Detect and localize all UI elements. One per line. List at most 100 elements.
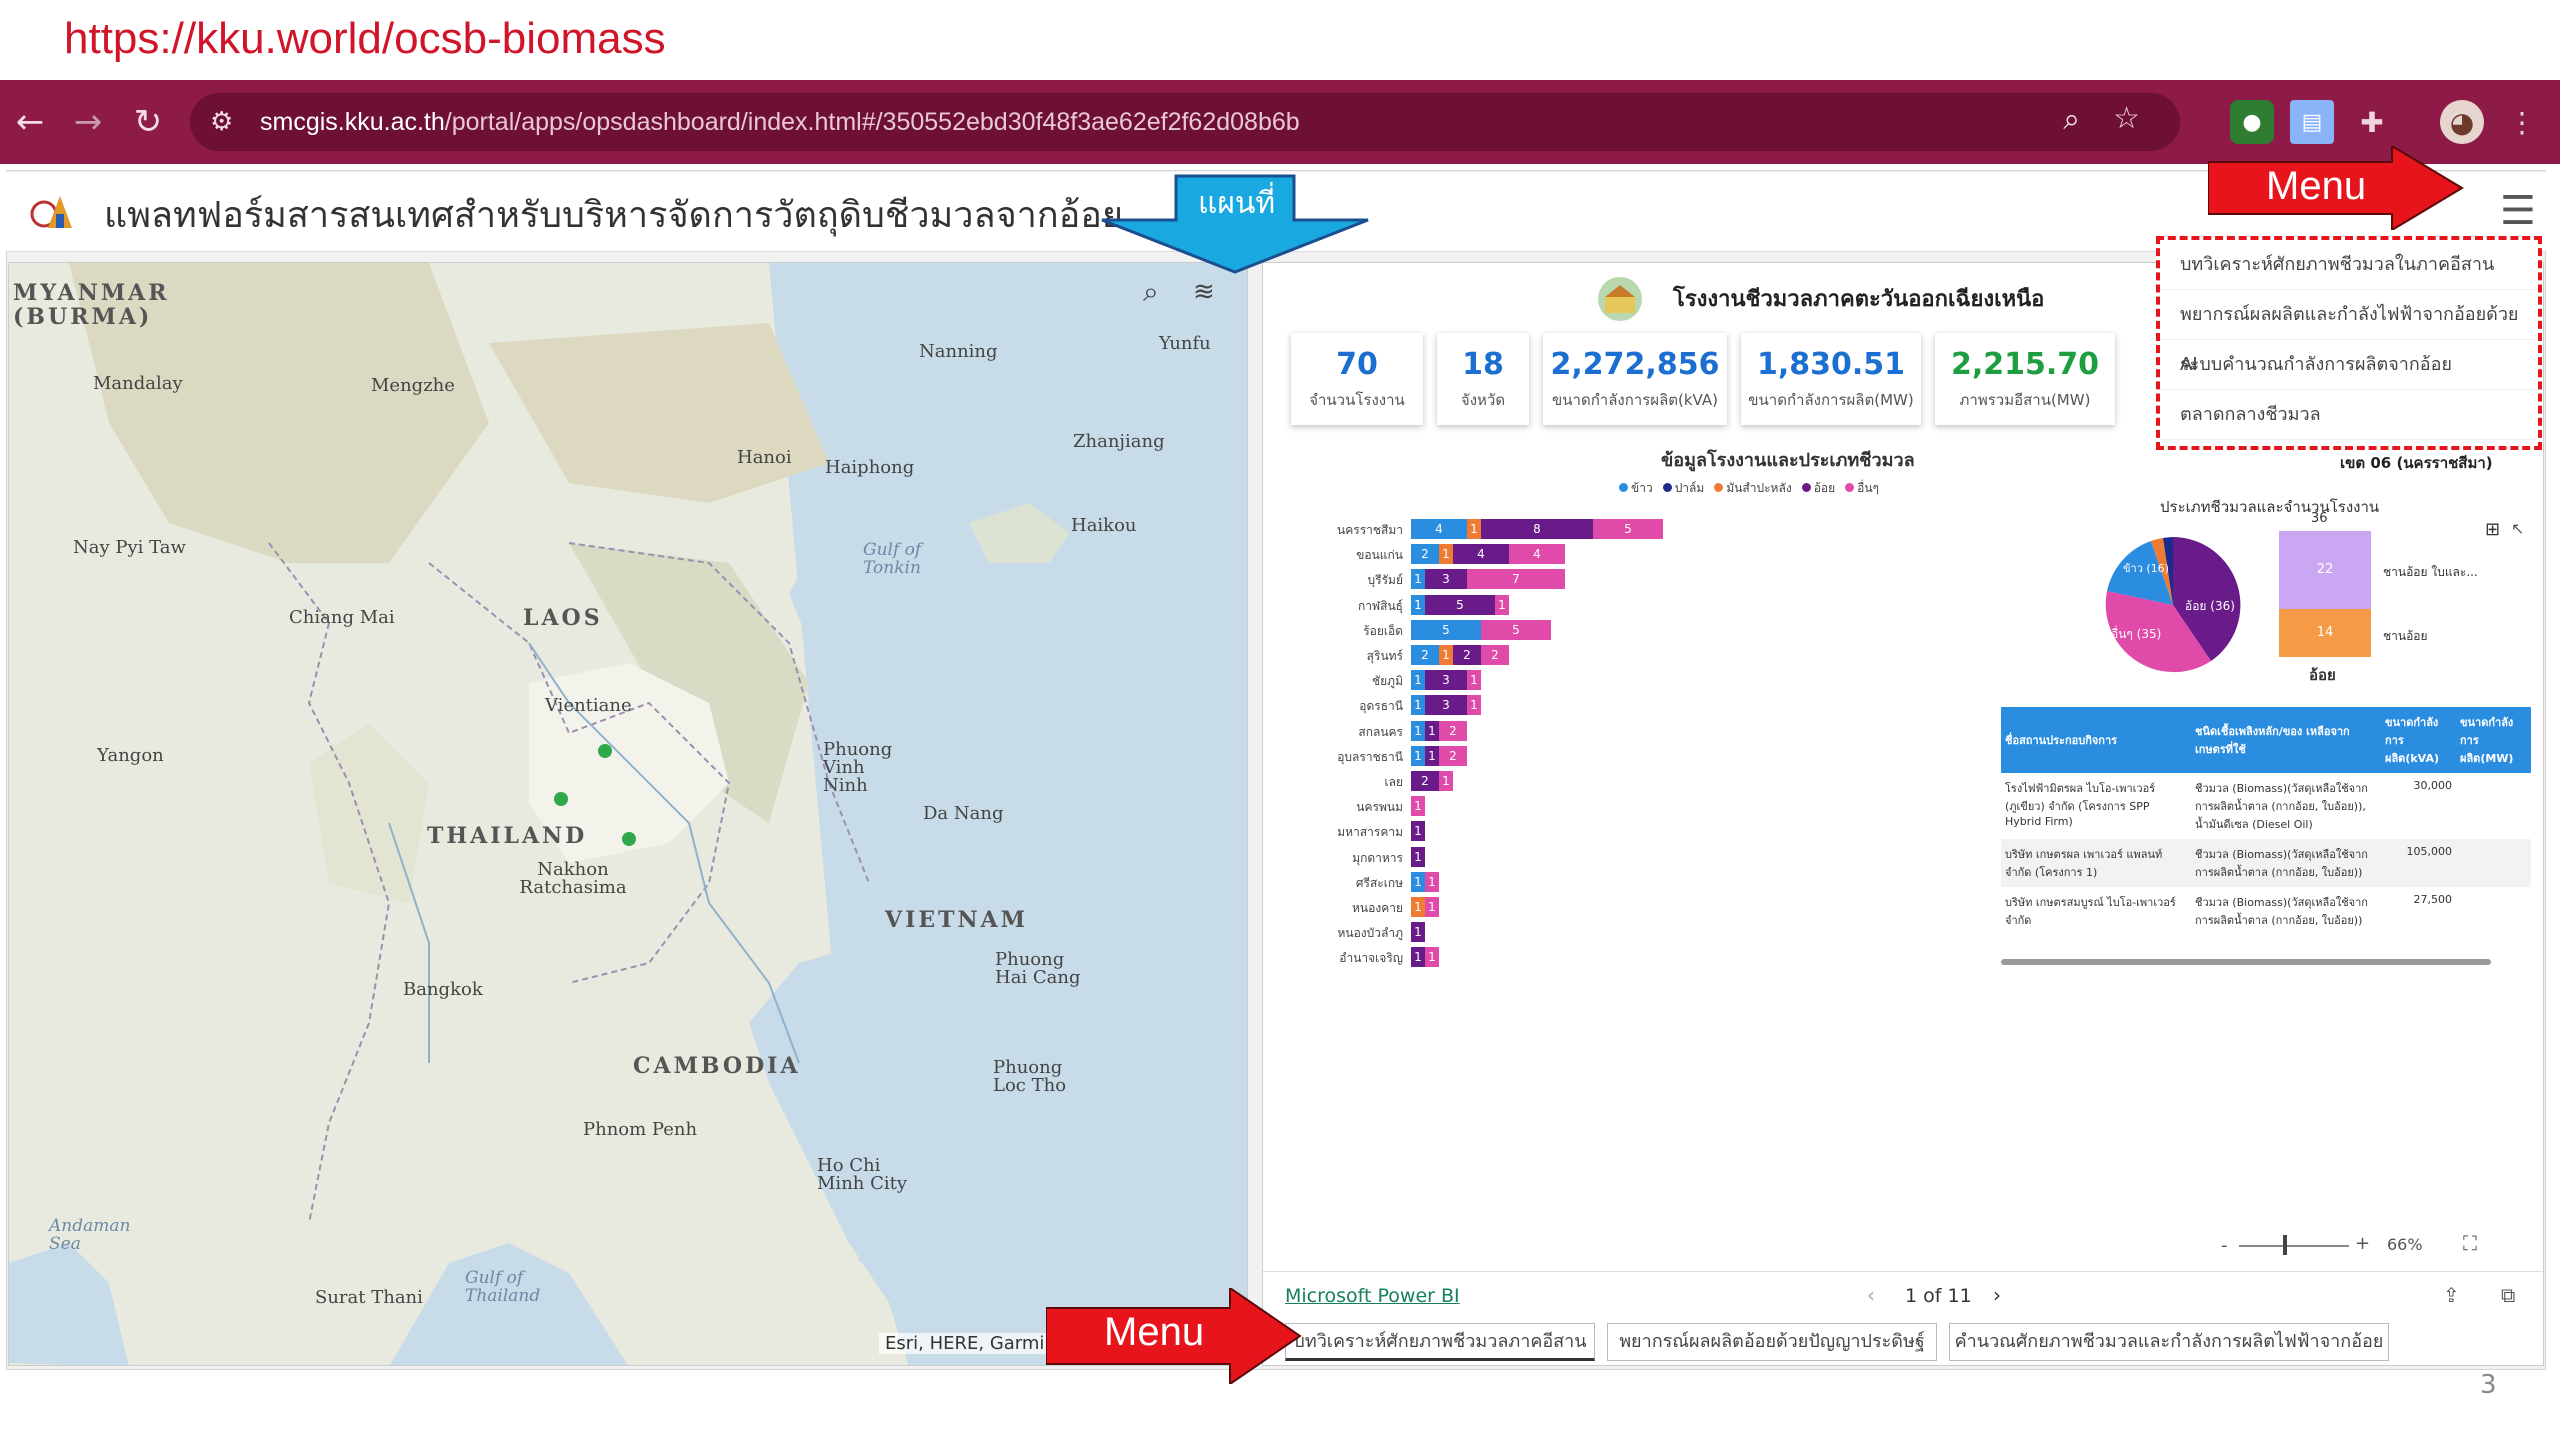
- map-point[interactable]: [622, 832, 636, 846]
- bar-segment[interactable]: 3: [1425, 569, 1467, 590]
- tab-biomass-analysis[interactable]: บทวิเคราะห์ศักยภาพชีวมวลภาคอีสาน: [1285, 1323, 1595, 1361]
- bar-segment[interactable]: 5: [1593, 519, 1663, 539]
- bar-segment[interactable]: 1: [1411, 569, 1425, 590]
- legend-item[interactable]: ข้าว: [1619, 481, 1653, 495]
- bar-segment[interactable]: 1: [1411, 897, 1425, 917]
- tab-power-calculation[interactable]: คำนวณศักยภาพชีวมวลและกำลังการผลิตไฟฟ้าจา…: [1949, 1323, 2389, 1361]
- table-header[interactable]: ขนาดกำลังการผลิต(kVA): [2381, 707, 2456, 773]
- site-info-icon[interactable]: ⚙: [210, 106, 233, 137]
- bar-row[interactable]: อำนาจเจริญ 1 1: [1293, 947, 1993, 968]
- fit-page-icon[interactable]: ⛶: [2463, 1231, 2477, 1255]
- bar-segment[interactable]: 2: [1411, 645, 1439, 665]
- table-row[interactable]: บริษัท เกษตรสมบูรณ์ ไบโอ-เพาเวอร์ จำกัด ช…: [2001, 887, 2531, 935]
- bar-segment[interactable]: 1: [1467, 519, 1481, 539]
- zoom-in-button[interactable]: +: [2355, 1233, 2370, 1254]
- bar-segment[interactable]: 2: [1453, 645, 1481, 665]
- bar-segment[interactable]: 2: [1411, 771, 1439, 791]
- bar-segment[interactable]: 1: [1411, 871, 1425, 892]
- bar-segment[interactable]: 2: [1481, 645, 1509, 665]
- bar-row[interactable]: ศรีสะเกษ 1 1: [1293, 871, 1993, 892]
- bar-segment[interactable]: 5: [1425, 594, 1495, 615]
- bar-segment[interactable]: 3: [1425, 670, 1467, 691]
- factory-table[interactable]: ชื่อสถานประกอบกิจการ ชนิดเชื้อเพลิงหลัก/…: [2001, 707, 2531, 969]
- bar-segment[interactable]: 1: [1411, 796, 1425, 817]
- bar-segment[interactable]: 1: [1411, 821, 1425, 842]
- layers-icon[interactable]: ≋: [1193, 277, 1215, 307]
- bar-row[interactable]: อุดรธานี 1 3 1: [1293, 695, 1993, 716]
- browser-menu-icon[interactable]: ⋮: [2500, 100, 2544, 144]
- legend-item[interactable]: อ้อย: [1801, 481, 1835, 495]
- bar-row[interactable]: หนองคาย 1 1: [1293, 897, 1993, 917]
- table-row[interactable]: บริษัท เกษตรผล เพาเวอร์ แพลนท์ จำกัด (โค…: [2001, 839, 2531, 887]
- bar-row[interactable]: นครพนม 1: [1293, 796, 1993, 817]
- bar-segment[interactable]: 1: [1495, 594, 1509, 615]
- bar-segment[interactable]: 1: [1439, 544, 1453, 565]
- zoom-slider[interactable]: [2239, 1245, 2349, 1247]
- bar-row[interactable]: สกลนคร 1 1 2: [1293, 720, 1993, 741]
- stack-segment-b[interactable]: 14: [2279, 609, 2371, 657]
- bar-segment[interactable]: 1: [1411, 745, 1425, 766]
- bar-segment[interactable]: 1: [1411, 922, 1425, 943]
- bar-row[interactable]: มุกดาหาร 1: [1293, 846, 1993, 867]
- bar-segment[interactable]: 1: [1425, 897, 1439, 917]
- extension-icon[interactable]: ●: [2230, 100, 2274, 144]
- hamburger-menu-icon[interactable]: ☰: [2500, 188, 2536, 234]
- bar-segment[interactable]: 1: [1425, 947, 1439, 968]
- bar-row[interactable]: สุรินทร์ 2 1 2 2: [1293, 645, 1993, 665]
- menu-item-power-calculator[interactable]: ระบบคำนวณกำลังการผลิตจากอ้อย: [2160, 340, 2538, 390]
- bar-segment[interactable]: 1: [1439, 771, 1453, 791]
- address-bar[interactable]: ⚙ smcgis.kku.ac.th/portal/apps/opsdashbo…: [190, 93, 2180, 151]
- bar-segment[interactable]: 1: [1439, 645, 1453, 665]
- bar-segment[interactable]: 5: [1411, 619, 1481, 640]
- legend-item[interactable]: มันสำปะหลัง: [1714, 481, 1792, 495]
- pie-chart[interactable]: อ้อย (36) อื่นๆ (35) ข้าว (16): [2093, 525, 2253, 685]
- bar-segment[interactable]: 5: [1481, 619, 1551, 640]
- bar-segment[interactable]: 1: [1425, 745, 1439, 766]
- bar-segment[interactable]: 1: [1411, 594, 1425, 615]
- zoom-out-button[interactable]: -: [2221, 1235, 2228, 1256]
- forward-icon[interactable]: →: [58, 80, 118, 164]
- bar-segment[interactable]: 1: [1411, 695, 1425, 716]
- bar-segment[interactable]: 4: [1509, 544, 1565, 565]
- puzzle-icon[interactable]: ✚: [2350, 100, 2394, 144]
- bar-segment[interactable]: 1: [1467, 670, 1481, 691]
- bar-row[interactable]: กาฬสินธุ์ 1 5 1: [1293, 594, 1993, 615]
- bar-segment[interactable]: 2: [1439, 745, 1467, 766]
- back-icon[interactable]: ←: [0, 80, 60, 164]
- zoom-icon[interactable]: ⌕: [2063, 103, 2080, 137]
- legend-item[interactable]: ปาล์ม: [1662, 481, 1704, 495]
- fullscreen-icon[interactable]: ⧉: [2501, 1283, 2515, 1307]
- bar-segment[interactable]: 1: [1467, 695, 1481, 716]
- bar-row[interactable]: หนองบัวลำภู 1: [1293, 922, 1993, 943]
- expand-icon[interactable]: ⊞: [2485, 519, 2500, 540]
- table-scrollbar[interactable]: [2001, 959, 2491, 965]
- powerbi-link[interactable]: Microsoft Power BI: [1285, 1285, 1460, 1307]
- bar-segment[interactable]: 4: [1453, 544, 1509, 565]
- zoom-slider-handle[interactable]: [2283, 1235, 2287, 1255]
- bar-segment[interactable]: 1: [1425, 871, 1439, 892]
- bar-segment[interactable]: 8: [1481, 519, 1593, 539]
- menu-item-biomass-analysis[interactable]: บทวิเคราะห์ศักยภาพชีวมวลในภาคอีสาน: [2160, 240, 2538, 290]
- share-icon[interactable]: ⇪: [2443, 1283, 2460, 1307]
- map-view[interactable]: MYANMAR (BURMA) LAOS THAILAND VIETNAM CA…: [8, 262, 1248, 1366]
- bar-segment[interactable]: 7: [1467, 569, 1565, 590]
- bar-segment[interactable]: 2: [1439, 720, 1467, 741]
- bar-row[interactable]: ร้อยเอ็ด 5 5: [1293, 619, 1993, 640]
- table-header[interactable]: ชนิดเชื้อเพลิงหลัก/ของ เหลือจากเกษตรที่ใ…: [2191, 707, 2381, 773]
- reload-icon[interactable]: ↻: [118, 80, 178, 164]
- bar-segment[interactable]: 1: [1411, 947, 1425, 968]
- table-header[interactable]: ขนาดกำลังการผลิต(MW): [2456, 707, 2531, 773]
- bar-segment[interactable]: 1: [1411, 846, 1425, 867]
- bar-segment[interactable]: 1: [1411, 670, 1425, 691]
- menu-item-biomass-market[interactable]: ตลาดกลางชีวมวล: [2160, 390, 2538, 440]
- profile-avatar[interactable]: ◕: [2440, 100, 2484, 144]
- map-point[interactable]: [554, 792, 568, 806]
- bar-row[interactable]: ชัยภูมิ 1 3 1: [1293, 670, 1993, 691]
- bar-segment[interactable]: 4: [1411, 519, 1467, 539]
- tab-yield-forecast[interactable]: พยากรณ์ผลผลิตอ้อยด้วยปัญญาประดิษฐ์: [1607, 1323, 1937, 1361]
- bar-chart[interactable]: นครราชสีมา 4 1 8 5 ขอนแก่น 2 1 4 4 บุรีรัมย์ 1 3 7 กาฬ…: [1293, 519, 1993, 979]
- stack-segment-a[interactable]: 22: [2279, 531, 2371, 609]
- bar-segment[interactable]: 1: [1411, 720, 1425, 741]
- bar-row[interactable]: นครราชสีมา 4 1 8 5: [1293, 519, 1993, 539]
- menu-item-ai-forecast[interactable]: พยากรณ์ผลผลิตและกำลังไฟฟ้าจากอ้อยด้วย AI: [2160, 290, 2538, 375]
